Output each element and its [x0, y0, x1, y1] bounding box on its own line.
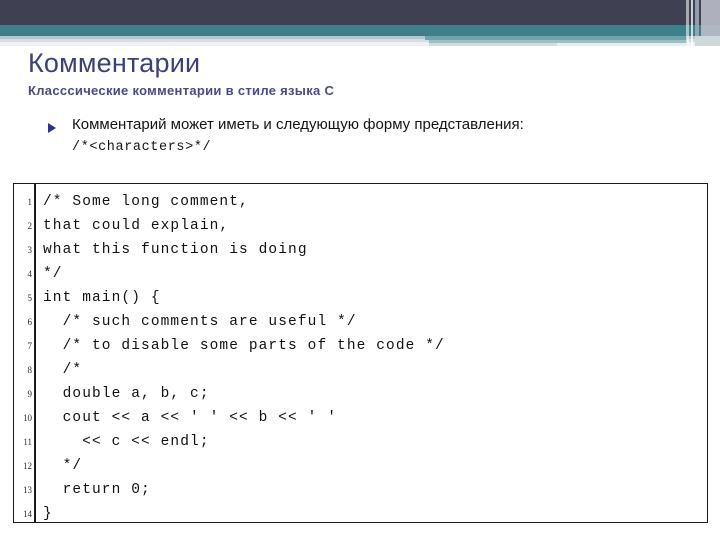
code-line: /* to disable some parts of the code */: [43, 338, 445, 354]
code-line-number: 14: [23, 509, 32, 519]
code-line-number: 4: [27, 269, 33, 279]
page-subtitle: Класссические комментарии в стиле языка …: [28, 83, 335, 98]
header-accent-rule-3: [429, 43, 557, 46]
code-line: int main() {: [43, 290, 161, 306]
code-line-number: 6: [27, 317, 33, 327]
code-line-number: 3: [27, 245, 33, 255]
code-line-number: 2: [27, 221, 33, 231]
code-line: double a, b, c;: [43, 386, 210, 402]
code-line-number: 9: [27, 389, 33, 399]
code-listing: /* Some long comment, that could explain,…: [36, 184, 707, 522]
bullet-item-code-form: /*<characters>*/: [72, 140, 212, 155]
header-accent-rule-4: [557, 43, 687, 46]
code-line: /* Some long comment,: [43, 194, 249, 210]
code-line-number: 13: [23, 485, 32, 495]
code-line: /* such comments are useful */: [43, 314, 357, 330]
code-line: cout << a << ' ' << b << ' ': [43, 410, 338, 426]
code-line-number: 8: [27, 365, 33, 375]
code-line: << c << endl;: [43, 434, 210, 450]
code-line: return 0;: [43, 482, 151, 498]
bullet-item-label: Комментарий может иметь и следующую форм…: [72, 116, 524, 133]
code-line-number: 7: [27, 341, 33, 351]
code-line-number: 10: [23, 413, 32, 423]
header-vertical-strip-2: [691, 0, 693, 46]
header-vertical-strip-1: [686, 0, 689, 46]
header-band-teal: [0, 25, 720, 36]
header-vertical-strip-cap: [695, 36, 720, 46]
code-line-number: 1: [27, 197, 33, 207]
code-line: */: [43, 266, 63, 282]
triangle-bullet-icon: [48, 123, 56, 133]
code-line: that could explain,: [43, 218, 230, 234]
code-line-number: 5: [27, 293, 33, 303]
code-line-number: 11: [23, 437, 32, 447]
code-line: */: [43, 458, 83, 474]
code-line: what this function is doing: [43, 242, 308, 258]
slide-header-decoration: [0, 0, 720, 46]
code-line-number-gutter: 1 2 3 4 5 6 7 8 9 10 11 12 13 14: [14, 184, 36, 522]
code-block: 1 2 3 4 5 6 7 8 9 10 11 12 13 14 /* Some long comment…: [13, 183, 708, 523]
header-band-dark: [0, 0, 720, 25]
page-title: Комментарии: [28, 48, 201, 78]
code-line-number: 12: [23, 461, 32, 471]
code-line: /*: [43, 362, 83, 378]
code-line: }: [43, 506, 53, 522]
